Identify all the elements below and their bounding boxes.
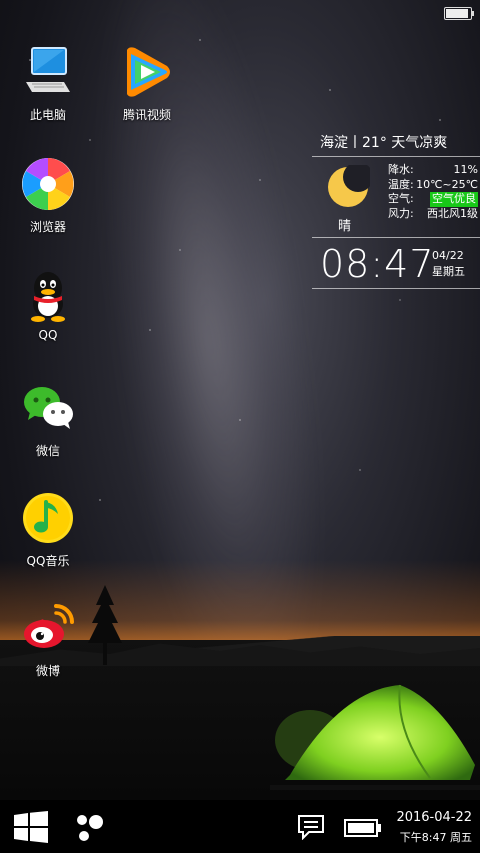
taskbar-date: 2016-04-22	[396, 810, 472, 825]
desktop-icon-weibo[interactable]: 微博	[8, 600, 88, 679]
weather-condition: 晴	[338, 219, 352, 234]
clock-date: 04/22 星期五	[432, 248, 465, 280]
weather-header: 海淀丨21° 天气凉爽	[312, 130, 480, 157]
icon-label: 此电脑	[29, 108, 66, 122]
clock-date-text: 04/22	[432, 249, 464, 262]
desktop-icon-computer[interactable]: 此电脑	[8, 44, 88, 123]
statusbar-battery-icon	[444, 7, 474, 20]
row-value: 西北风1级	[427, 206, 478, 220]
browser-icon	[22, 158, 74, 210]
tent	[270, 684, 480, 790]
computer-icon	[26, 47, 70, 92]
weibo-icon	[24, 604, 74, 648]
taskbar: 2016-04-22 下午8:47 周五	[0, 800, 480, 853]
row-value: 11%	[453, 163, 478, 176]
temp-row: 温度: 10℃~25℃	[388, 178, 478, 193]
air-quality-badge: 空气优良	[430, 192, 478, 207]
weather-details: 降水: 11% 温度: 10℃~25℃ 空气: 空气优良 风力: 西北风1级	[388, 163, 478, 221]
qq-icon	[31, 272, 65, 322]
desktop-icon-qq[interactable]: QQ	[8, 266, 88, 342]
precip-row: 降水: 11%	[388, 163, 478, 178]
row-label: 温度:	[388, 177, 414, 191]
desktop-icon-wechat[interactable]: 微信	[8, 380, 88, 459]
clock-time: 08:47	[320, 242, 435, 286]
icon-label: 浏览器	[29, 220, 66, 234]
icon-label: 微信	[35, 444, 60, 458]
row-label: 降水:	[388, 163, 414, 176]
icon-label: QQ	[38, 328, 58, 342]
icon-label: 微博	[35, 664, 60, 678]
clock-box: 08:47 04/22 星期五	[312, 237, 480, 289]
desktop-icon-tencent-video[interactable]: 腾讯视频	[107, 44, 187, 123]
tencent-video-icon	[127, 47, 170, 97]
wind-row: 风力: 西北风1级	[388, 207, 478, 222]
wechat-icon	[24, 387, 73, 429]
icon-label: QQ音乐	[26, 554, 70, 568]
desktop-icon-qq-music[interactable]: QQ音乐	[8, 490, 88, 569]
desktop-icon-browser[interactable]: 浏览器	[8, 156, 88, 235]
taskbar-time: 下午8:47 周五	[399, 831, 472, 844]
notification-icon[interactable]	[297, 814, 325, 840]
clock-weekday: 星期五	[432, 265, 465, 278]
air-row: 空气: 空气优良	[388, 192, 478, 207]
icon-label: 腾讯视频	[122, 108, 171, 122]
weather-widget[interactable]: 海淀丨21° 天气凉爽 晴 降水: 11% 温度: 10℃~25℃ 空气: 空气…	[312, 130, 480, 289]
apps-dots-icon[interactable]	[74, 812, 106, 842]
battery-icon[interactable]	[344, 818, 382, 838]
weather-body: 晴 降水: 11% 温度: 10℃~25℃ 空气: 空气优良 风力: 西北风1级	[312, 157, 480, 234]
qq-music-icon	[23, 493, 73, 543]
taskbar-clock[interactable]: 2016-04-22 下午8:47 周五	[396, 808, 472, 848]
row-label: 空气:	[388, 192, 414, 205]
row-value: 10℃~25℃	[416, 177, 478, 191]
moon-icon	[328, 165, 370, 207]
row-label: 风力:	[388, 206, 414, 220]
windows-start-icon[interactable]	[14, 811, 48, 843]
